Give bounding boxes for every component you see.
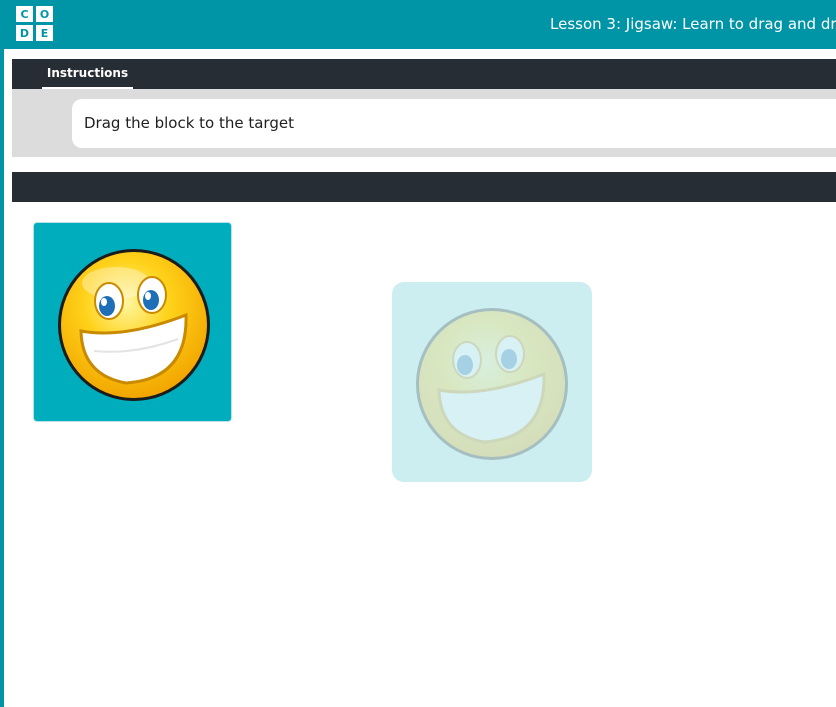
drop-target[interactable] xyxy=(392,282,592,482)
draggable-block[interactable] xyxy=(33,222,232,422)
smiley-face-icon xyxy=(416,308,568,460)
logo-letter: O xyxy=(36,6,53,22)
workspace-header-bar xyxy=(12,172,836,202)
top-header: C O D E Lesson 3: Jigsaw: Learn to drag … xyxy=(0,0,836,49)
logo-letter: D xyxy=(16,25,33,41)
instructions-card: Drag the block to the target xyxy=(72,99,836,148)
instructions-panel: Drag the block to the target xyxy=(12,89,836,157)
code-logo[interactable]: C O D E xyxy=(16,6,54,42)
tab-instructions[interactable]: Instructions xyxy=(42,59,133,89)
logo-letter: E xyxy=(36,25,53,41)
smiley-face-icon xyxy=(58,249,210,401)
logo-letter: C xyxy=(16,6,33,22)
left-frame-accent xyxy=(0,49,4,707)
instructions-text: Drag the block to the target xyxy=(84,114,294,132)
instructions-header-bar: Instructions xyxy=(12,59,836,89)
lesson-title: Lesson 3: Jigsaw: Learn to drag and drop xyxy=(550,15,836,33)
